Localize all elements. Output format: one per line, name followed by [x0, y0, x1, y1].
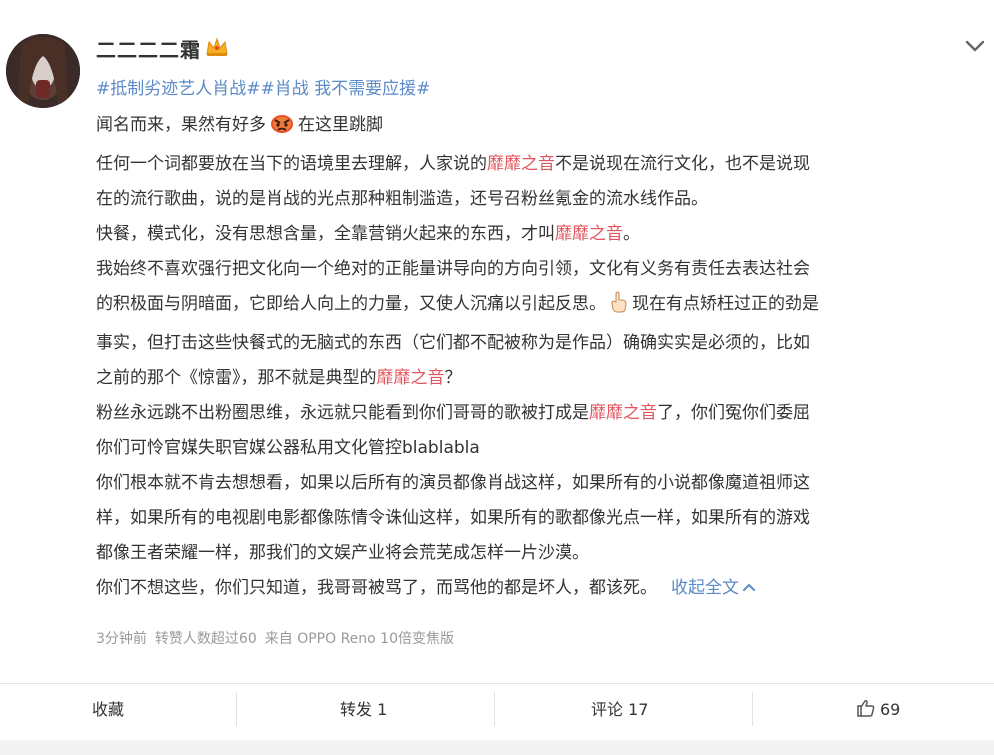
content-text: 你们不想这些，你们只知道，我哥哥被骂了，而骂他的都是坏人，都该死。	[96, 578, 657, 598]
content-text: 粉丝永远跳不出粉圈思维，永远就只能看到你们哥哥的歌被打成是	[96, 403, 589, 423]
vip-crown-icon[interactable]	[204, 36, 230, 58]
post-meta: 3分钟前 转赞人数超过60 来自 OPPO Reno 10倍变焦版	[96, 628, 462, 648]
repost-label: 转发 1	[340, 700, 388, 719]
content-text: 了，你们冤你们委屈	[657, 403, 810, 423]
content-text: 现在有点矫枉过正的劲是	[632, 294, 819, 314]
pointing-hand-emoji-icon	[610, 291, 628, 326]
repost-stat: 转赞人数超过60	[154, 631, 257, 647]
content-line: 你们根本就不肯去想想看，如果以后所有的演员都像肖战这样，如果所有的小说都像魔道祖…	[96, 473, 810, 493]
content-text: 不是说现在流行文化，也不是说现	[555, 154, 810, 174]
thumbs-up-icon	[857, 700, 875, 717]
content-line: 样，如果所有的电视剧电影都像陈情令诛仙这样，如果所有的歌都像光点一样，如果所有的…	[96, 508, 810, 528]
content-line: 我始终不喜欢强行把文化向一个绝对的正能量讲导向的方向引领，文化有义务有责任去表达…	[96, 259, 810, 279]
highlight-text: 靡靡之音	[589, 403, 657, 423]
content-line: 任何一个词都要放在当下的语境里去理解，人家说的靡靡之音不是说现在流行文化，也不是…	[96, 147, 986, 182]
content-line: 你们可怜官媒失职官媒公器私用文化管控blablabla	[96, 438, 480, 458]
collapse-label: 收起全文	[671, 578, 739, 598]
like-count: 69	[880, 700, 901, 719]
content-text: 任何一个词都要放在当下的语境里去理解，人家说的	[96, 154, 487, 174]
avatar[interactable]	[6, 34, 80, 108]
page-bottom-band	[0, 740, 994, 755]
content-line: 你们不想这些，你们只知道，我哥哥被骂了，而骂他的都是坏人，都该死。 收起全文	[96, 571, 986, 606]
action-divider	[752, 692, 753, 726]
content-line: 闻名而来，果然有好多 在这里跳脚	[96, 108, 986, 147]
content-text: 快餐，模式化，没有思想含量，全靠营销火起来的东西，才叫	[96, 224, 555, 244]
angry-face-emoji-icon	[270, 112, 294, 147]
content-text: 在这里跳脚	[298, 115, 383, 135]
content-line: 之前的那个《惊雷》，那不就是典型的靡靡之音？	[96, 361, 986, 396]
topic-tag-1[interactable]: #抵制劣迹艺人肖战#	[96, 79, 261, 99]
highlight-text: 靡靡之音	[487, 154, 555, 174]
post-content: 闻名而来，果然有好多 在这里跳脚 任何一个词都要放在当下的语境里去理解，人家说的靡…	[96, 108, 986, 606]
action-bar-divider	[0, 683, 994, 684]
comment-button[interactable]: 评论 17	[591, 684, 648, 740]
comment-label: 评论 17	[591, 700, 649, 719]
like-button[interactable]: 69	[856, 684, 900, 740]
content-line: 事实，但打击这些快餐式的无脑式的东西（它们都不配被称为是作品）确确实实是必须的，…	[96, 333, 810, 353]
content-text: ？	[444, 368, 462, 388]
collapse-full-text-link[interactable]: 收起全文	[671, 578, 757, 598]
content-line: 快餐，模式化，没有思想含量，全靠营销火起来的东西，才叫靡靡之音。	[96, 217, 986, 252]
content-line: 都像王者荣耀一样，那我们的文娱产业将会荒芜成怎样一片沙漠。	[96, 543, 589, 563]
username[interactable]: 二二二二霜	[96, 34, 201, 63]
chevron-down-icon[interactable]	[962, 36, 988, 56]
highlight-text: 靡靡之音	[376, 368, 445, 388]
repost-button[interactable]: 转发 1	[340, 684, 387, 740]
topic-tag-2[interactable]: #肖战 我不需要应援#	[261, 79, 431, 99]
content-line: 在的流行歌曲，说的是肖战的光点那种粗制滥造，还号召粉丝氪金的流水线作品。	[96, 189, 708, 209]
highlight-text: 靡靡之音	[555, 224, 623, 244]
topic-tags: #抵制劣迹艺人肖战##肖战 我不需要应援#	[96, 74, 430, 99]
favorite-button[interactable]: 收藏	[92, 684, 124, 740]
content-text: 之前的那个《惊雷》，那不就是典型的	[96, 368, 377, 388]
content-line: 的积极面与阴暗面，它即给人向上的力量，又使人沉痛以引起反思。 现在有点矫枉过正的劲…	[96, 287, 986, 326]
post-time[interactable]: 3分钟前	[96, 631, 147, 647]
content-text: 。	[623, 224, 640, 244]
action-divider	[236, 692, 237, 726]
action-divider	[494, 692, 495, 726]
chevron-up-icon	[743, 583, 755, 591]
post-source[interactable]: 来自 OPPO Reno 10倍变焦版	[265, 631, 454, 647]
content-text: 的积极面与阴暗面，它即给人向上的力量，又使人沉痛以引起反思。	[96, 294, 606, 314]
favorite-label: 收藏	[92, 700, 125, 719]
content-text: 闻名而来，果然有好多	[96, 115, 266, 135]
content-line: 粉丝永远跳不出粉圈思维，永远就只能看到你们哥哥的歌被打成是靡靡之音了，你们冤你们…	[96, 396, 986, 431]
avatar-image	[6, 34, 80, 108]
